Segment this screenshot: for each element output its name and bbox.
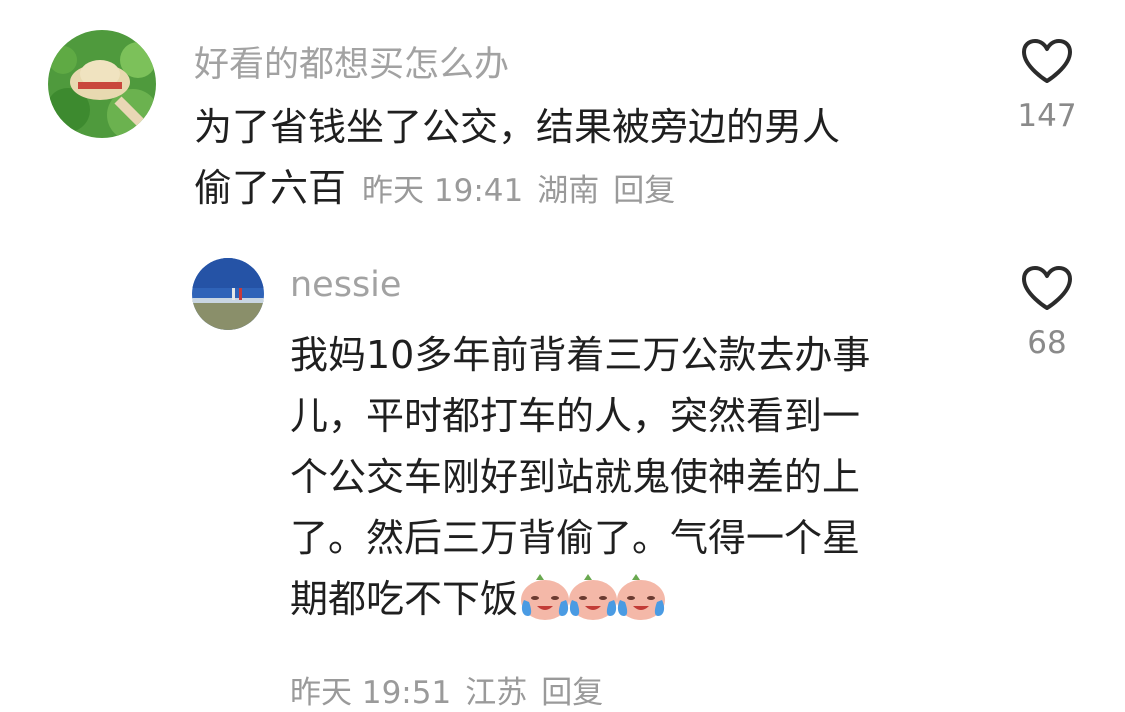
landscape-avatar-icon bbox=[192, 258, 264, 330]
comment-text: 为了省钱坐了公交，结果被旁边的男人 偷了六百 昨天 19:41 湖南 回复 bbox=[194, 97, 840, 222]
like-count: 147 bbox=[1017, 98, 1077, 134]
comment-meta: 昨天 19:41 湖南 回复 bbox=[362, 173, 689, 209]
comment-text-segment: 期都吃不下饭 bbox=[290, 577, 519, 621]
comment-username[interactable]: 好看的都想买怎么办 bbox=[194, 36, 509, 87]
like-count: 68 bbox=[1027, 325, 1067, 361]
emoji-group bbox=[518, 574, 666, 621]
comment-text-line: 儿，平时都打车的人，突然看到一 bbox=[290, 394, 861, 438]
comment-time: 昨天 19:51 bbox=[290, 675, 452, 711]
comment-text-line: 偷了六百 昨天 19:41 湖南 回复 bbox=[194, 158, 840, 222]
comment-time: 昨天 19:41 bbox=[362, 173, 524, 209]
comment-text-line: 为了省钱坐了公交，结果被旁边的男人 bbox=[194, 105, 841, 149]
comment-username[interactable]: nessie bbox=[290, 265, 401, 305]
comment-location: 江苏 bbox=[465, 675, 528, 711]
heart-icon bbox=[1022, 39, 1072, 83]
straw-hat-avatar-icon bbox=[48, 30, 156, 138]
comment-text-line: 我妈10多年前背着三万公款去办事 bbox=[290, 333, 871, 377]
like-button[interactable]: 147 bbox=[1002, 38, 1092, 134]
reply-button[interactable]: 回复 bbox=[541, 675, 603, 711]
crying-face-emoji bbox=[518, 572, 572, 640]
comment-item: 好看的都想买怎么办 为了省钱坐了公交，结果被旁边的男人 偷了六百 昨天 19:41… bbox=[0, 0, 1125, 230]
reply-button[interactable]: 回复 bbox=[613, 173, 675, 209]
crying-face-emoji bbox=[566, 572, 620, 640]
reply-comment-item: nessie 我妈10多年前背着三万公款去办事 儿，平时都打车的人，突然看到一 … bbox=[0, 230, 1125, 711]
comment-text: 我妈10多年前背着三万公款去办事 儿，平时都打车的人，突然看到一 个公交车刚好到… bbox=[290, 325, 870, 640]
comment-text-segment: 偷了六百 bbox=[194, 166, 347, 210]
comment-text-line: 期都吃不下饭 bbox=[290, 569, 870, 640]
avatar[interactable] bbox=[48, 30, 156, 138]
crying-face-emoji bbox=[614, 572, 668, 640]
comment-text-line: 了。然后三万背偷了。气得一个星 bbox=[290, 516, 861, 560]
like-button[interactable]: 68 bbox=[1002, 265, 1092, 361]
comment-text-line: 个公交车刚好到站就鬼使神差的上 bbox=[290, 455, 861, 499]
comment-meta: 昨天 19:51 江苏 回复 bbox=[290, 667, 617, 712]
avatar[interactable] bbox=[192, 258, 264, 330]
comment-location: 湖南 bbox=[537, 173, 600, 209]
heart-icon bbox=[1022, 266, 1072, 310]
